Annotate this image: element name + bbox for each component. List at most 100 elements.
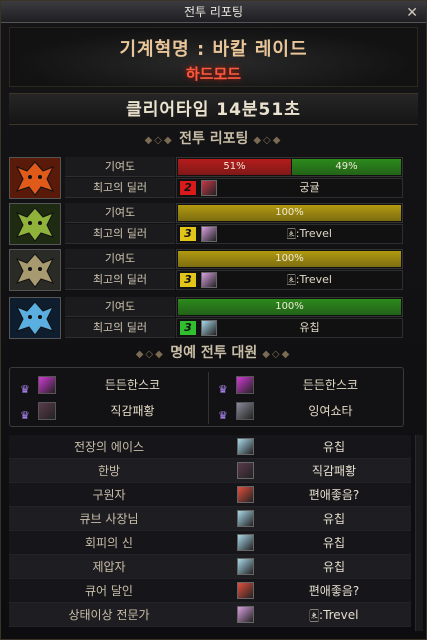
avatar <box>237 438 254 455</box>
avatar <box>38 376 56 394</box>
award-title: 전장의 에이스 <box>73 440 145 454</box>
contribution-bar: 100% <box>176 297 403 317</box>
award-row[interactable]: 한방 직감패황 <box>9 459 411 483</box>
avatar <box>38 402 56 420</box>
best-dealer-label: 최고의 딜러 <box>65 270 175 290</box>
avatar <box>237 534 254 551</box>
award-winner: 유칩 <box>322 560 346 574</box>
avatar <box>237 582 254 599</box>
member-name: 든든한스코 <box>302 378 359 392</box>
contribution-segment: 100% <box>178 251 401 267</box>
rank-icon: 3 <box>180 273 196 287</box>
avatar <box>236 402 254 420</box>
member-name: 직감패황 <box>110 404 155 418</box>
rank-icon: 3 <box>180 321 196 335</box>
award-row[interactable]: 구원자 편애좋음? <box>9 483 411 507</box>
ornament-icon: ◆◇◆ <box>262 349 292 360</box>
awards-list: 전장의 에이스 유칩 한방 직감패황 구원자 편애좋음? 큐브 사장님 유칩 회피의 신 유칩 제압… <box>9 435 411 631</box>
best-dealer-label: 최고의 딜러 <box>65 178 175 198</box>
ornament-icon: ◆◇◆ <box>144 135 180 146</box>
avatar <box>201 226 217 242</box>
honor-member[interactable]: ♛ 직감패황 <box>12 399 207 423</box>
party-row: 기여도 최고의 딜러 100% 3 유칩 <box>9 297 404 339</box>
raid-name: 기계혁명 : 바칼 레이드 <box>119 39 308 60</box>
report-section-title: 전투 리포팅 <box>179 131 249 147</box>
contribution-label: 기여도 <box>65 249 175 269</box>
member-name: 든든한스코 <box>104 378 161 392</box>
contribution-segment: 51% <box>178 159 291 175</box>
award-winner: 유칩 <box>322 512 346 526</box>
ornament-icon: ◆◇◆ <box>135 349 171 360</box>
contribution-label: 기여도 <box>65 203 175 223</box>
award-row[interactable]: 회피의 신 유칩 <box>9 531 411 555</box>
dealer-name[interactable]: 궁귤 <box>221 179 398 197</box>
award-winner: 편애좋음? <box>308 488 360 502</box>
close-icon[interactable]: ✕ <box>406 2 418 24</box>
honor-member[interactable]: ♛ 든든한스코 <box>12 373 207 397</box>
avatar <box>201 180 217 196</box>
honor-member[interactable]: ♛ 든든한스코 <box>210 373 405 397</box>
best-dealer: 3 🀀:Trevel <box>176 270 403 290</box>
award-row[interactable]: 상태이상 전문가 🀀:Trevel <box>9 603 411 627</box>
best-dealer-label: 최고의 딜러 <box>65 224 175 244</box>
avatar <box>237 462 254 479</box>
ice-dragon-icon <box>9 297 61 339</box>
contribution-label: 기여도 <box>65 157 175 177</box>
award-title: 상태이상 전문가 <box>68 608 150 622</box>
award-winner: 유칩 <box>322 440 346 454</box>
avatar <box>201 320 217 336</box>
window-titlebar[interactable]: 전투 리포팅 ✕ <box>1 1 426 23</box>
best-dealer-label: 최고의 딜러 <box>65 318 175 338</box>
party-row: 기여도 최고의 딜러 100% 3 🀀:Trevel <box>9 203 404 245</box>
ornament-icon: ◆◇◆ <box>253 135 283 146</box>
contribution-bar: 100% <box>176 203 403 223</box>
award-row[interactable]: 큐어 달인 편애좋음? <box>9 579 411 603</box>
avatar <box>237 486 254 503</box>
contribution-segment: 100% <box>178 205 401 221</box>
honor-section-title: 명예 전투 대원 <box>170 345 258 361</box>
honor-members-panel: ♛ 든든한스코 ♛ 든든한스코 ♛ 직감패황 ♛ 잉여쇼타 <box>9 367 404 427</box>
award-winner: 유칩 <box>322 536 346 550</box>
grey-dragon-icon <box>9 249 61 291</box>
avatar <box>237 510 254 527</box>
contribution-segment: 49% <box>292 159 401 175</box>
award-row[interactable]: 전장의 에이스 유칩 <box>9 435 411 459</box>
party-row: 기여도 최고의 딜러 51% 49% 2 궁귤 <box>9 157 404 199</box>
difficulty-mode: 하드모드 <box>185 65 242 83</box>
avatar <box>201 272 217 288</box>
award-row[interactable]: 제압자 유칩 <box>9 555 411 579</box>
award-winner: 편애좋음? <box>308 584 360 598</box>
clear-time: 클리어타임 14분51초 <box>9 93 418 125</box>
best-dealer: 3 🀀:Trevel <box>176 224 403 244</box>
rank-icon: 3 <box>180 227 196 241</box>
report-section-header: ◆◇◆ 전투 리포팅 ◆◇◆ <box>9 129 418 149</box>
contribution-label: 기여도 <box>65 297 175 317</box>
divider <box>208 372 209 424</box>
crown-icon: ♛ <box>20 409 30 422</box>
award-title: 구원자 <box>92 488 126 502</box>
window-title: 전투 리포팅 <box>183 5 243 19</box>
honor-section-header: ◆◇◆ 명예 전투 대원 ◆◇◆ <box>9 343 418 363</box>
honor-member[interactable]: ♛ 잉여쇼타 <box>210 399 405 423</box>
contribution-bar: 51% 49% <box>176 157 403 177</box>
crown-icon: ♛ <box>218 409 228 422</box>
award-winner: 🀀:Trevel <box>309 608 359 622</box>
award-title: 제압자 <box>92 560 126 574</box>
award-title: 한방 <box>97 464 121 478</box>
member-name: 잉여쇼타 <box>308 404 353 418</box>
avatar <box>236 376 254 394</box>
award-row[interactable]: 큐브 사장님 유칩 <box>9 507 411 531</box>
contribution-bar: 100% <box>176 249 403 269</box>
awards-scrollbar[interactable] <box>415 435 423 631</box>
raid-header: 기계혁명 : 바칼 레이드 하드모드 <box>9 27 418 87</box>
dealer-name[interactable]: 유칩 <box>221 319 398 337</box>
award-title: 회피의 신 <box>85 536 133 550</box>
battle-report-window: 전투 리포팅 ✕ 기계혁명 : 바칼 레이드 하드모드 클리어타임 14분51초… <box>0 0 427 640</box>
contribution-segment: 100% <box>178 299 401 315</box>
rank-icon: 2 <box>180 181 196 195</box>
award-winner: 직감패황 <box>311 464 357 478</box>
party-row: 기여도 최고의 딜러 100% 3 🀀:Trevel <box>9 249 404 291</box>
dealer-name[interactable]: 🀀:Trevel <box>221 271 398 289</box>
dealer-name[interactable]: 🀀:Trevel <box>221 225 398 243</box>
award-title: 큐어 달인 <box>85 584 133 598</box>
